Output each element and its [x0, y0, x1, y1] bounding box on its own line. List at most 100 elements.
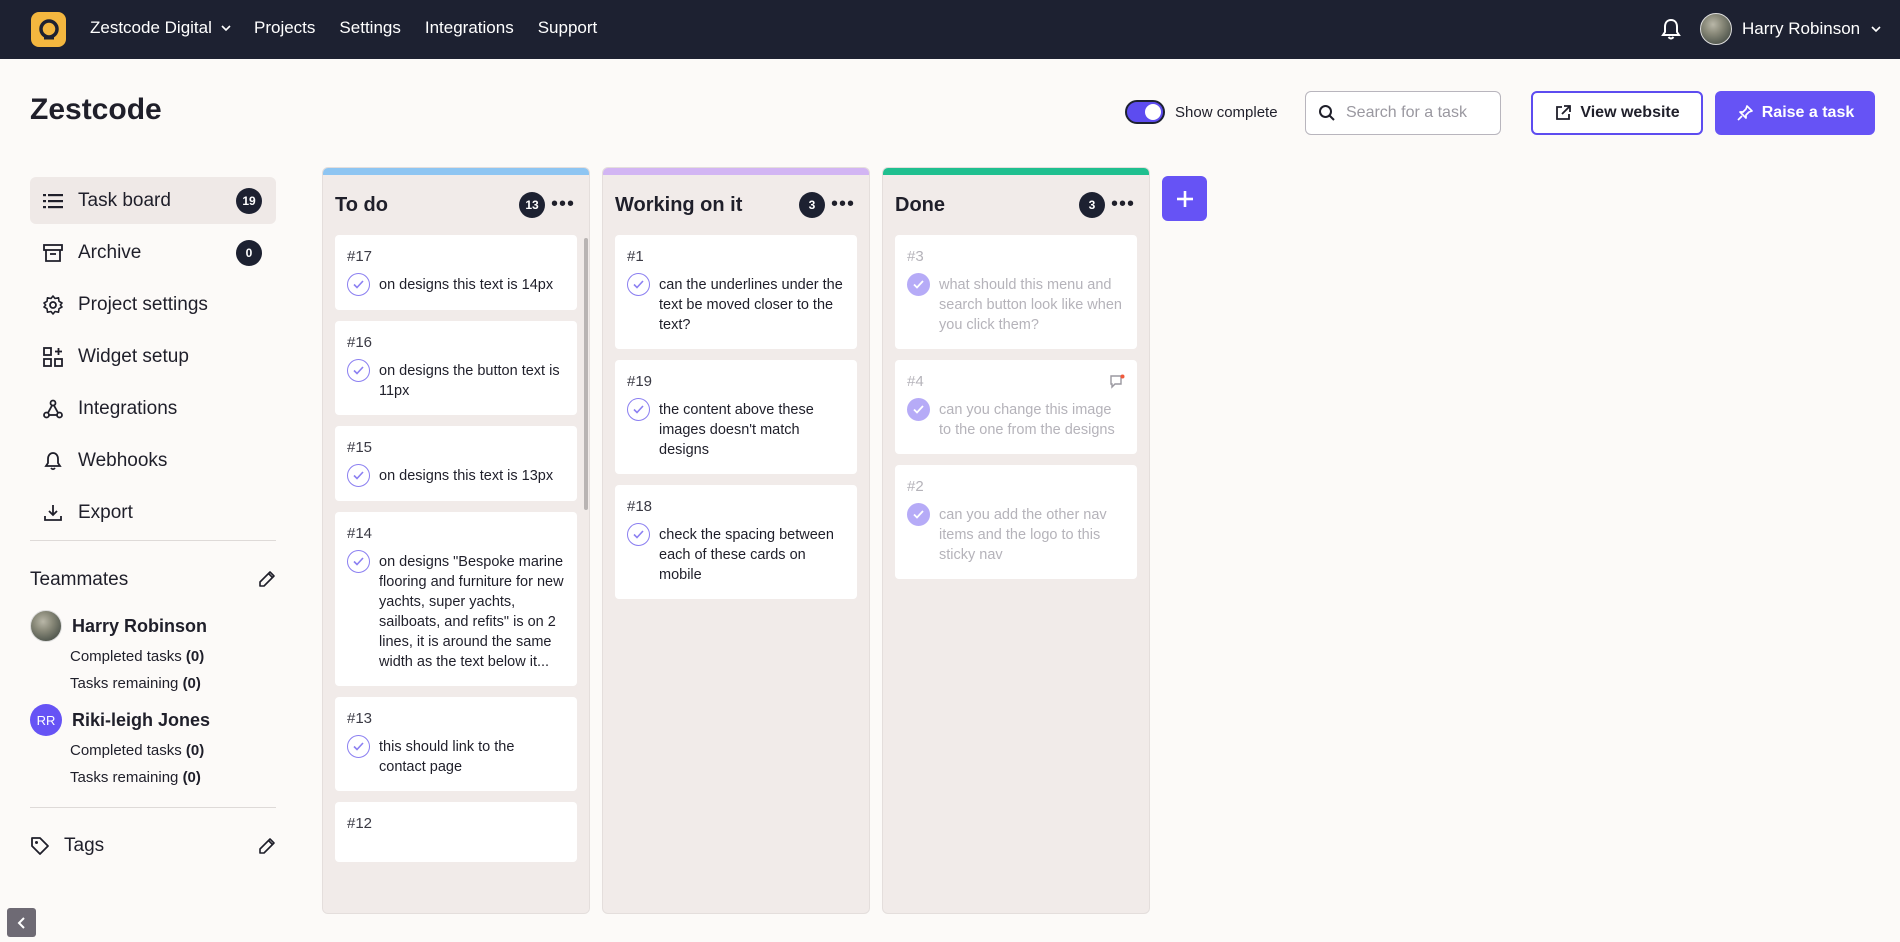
- complete-check-icon[interactable]: [347, 359, 370, 382]
- column-to-do: To do 13 ••• #17 on designs this text is…: [322, 167, 590, 914]
- task-card[interactable]: #14 on designs "Bespoke marine flooring …: [335, 512, 577, 686]
- column-title: To do: [335, 193, 388, 216]
- app-logo[interactable]: [31, 12, 66, 47]
- list-icon: [42, 190, 64, 212]
- search-box[interactable]: [1305, 91, 1501, 135]
- sidebar-item-label: Export: [78, 501, 133, 523]
- teammate-avatar: [30, 610, 62, 642]
- stat-label: Tasks remaining: [70, 769, 179, 786]
- completed-check-icon[interactable]: [907, 398, 930, 421]
- collapse-sidebar-button[interactable]: [7, 908, 36, 937]
- stat-value: (0): [185, 648, 205, 665]
- tags-title: Tags: [64, 835, 105, 856]
- raise-task-button[interactable]: Raise a task: [1715, 91, 1875, 135]
- complete-check-icon[interactable]: [627, 523, 650, 546]
- complete-check-icon[interactable]: [347, 550, 370, 573]
- task-number: #1: [627, 248, 644, 265]
- chevron-left-icon: [17, 916, 25, 929]
- chevron-down-icon: [1871, 26, 1881, 33]
- more-options-icon[interactable]: •••: [551, 193, 575, 216]
- column-header: Done 3 •••: [883, 175, 1149, 235]
- notifications-button[interactable]: [1660, 17, 1682, 46]
- sidebar-item-label: Project settings: [78, 293, 208, 315]
- raise-task-label: Raise a task: [1761, 104, 1855, 121]
- edit-tags-button[interactable]: [258, 837, 276, 860]
- toggle-label: Show complete: [1175, 103, 1278, 121]
- user-menu[interactable]: Harry Robinson: [1700, 13, 1882, 45]
- sidebar-item-widget-setup[interactable]: Widget setup: [30, 333, 276, 380]
- task-card[interactable]: #15 on designs this text is 13px: [335, 426, 577, 501]
- task-card[interactable]: #2 can you add the other nav items and t…: [895, 465, 1137, 579]
- task-card[interactable]: #13 this should link to the contact page: [335, 697, 577, 791]
- task-number: #13: [347, 710, 373, 727]
- show-complete-toggle[interactable]: Show complete: [1125, 100, 1278, 124]
- column-color-bar: [323, 168, 589, 175]
- completed-check-icon[interactable]: [907, 273, 930, 296]
- user-avatar: [1700, 13, 1732, 45]
- sidebar-item-label: Webhooks: [78, 449, 168, 471]
- task-text: can the underlines under the text be mov…: [659, 277, 843, 333]
- complete-check-icon[interactable]: [347, 735, 370, 758]
- task-card[interactable]: #19 the content above these images doesn…: [615, 360, 857, 474]
- sidebar-item-label: Integrations: [78, 397, 178, 419]
- sidebar-item-integrations[interactable]: Integrations: [30, 385, 276, 432]
- org-switcher[interactable]: Zestcode Digital: [90, 18, 232, 38]
- add-column-button[interactable]: [1162, 176, 1207, 221]
- complete-check-icon[interactable]: [627, 398, 650, 421]
- bell-icon: [42, 450, 64, 472]
- sidebar-item-project-settings[interactable]: Project settings: [30, 281, 276, 328]
- logo-icon: [38, 18, 59, 39]
- view-website-button[interactable]: View website: [1531, 91, 1703, 135]
- column-title: Working on it: [615, 193, 743, 216]
- chevron-down-icon: [221, 25, 231, 32]
- sidebar-item-export[interactable]: Export: [30, 489, 276, 536]
- task-card[interactable]: #1 can the underlines under the text be …: [615, 235, 857, 349]
- task-number: #14: [347, 525, 373, 542]
- pencil-icon: [259, 571, 275, 587]
- sidebar-divider: [30, 540, 276, 541]
- edit-teammates-button[interactable]: [258, 570, 276, 593]
- complete-check-icon[interactable]: [627, 273, 650, 296]
- toggle-switch[interactable]: [1125, 100, 1165, 124]
- user-name: Harry Robinson: [1742, 19, 1861, 38]
- sidebar-item-task-board[interactable]: Task board 19: [30, 177, 276, 224]
- download-icon: [42, 502, 64, 524]
- task-card[interactable]: #18 check the spacing between each of th…: [615, 485, 857, 599]
- card-list: #17 on designs this text is 14px #16 on …: [323, 235, 589, 862]
- task-text: on designs the button text is 11px: [379, 363, 560, 399]
- task-number: #17: [347, 248, 373, 265]
- stat-value: (0): [185, 742, 205, 759]
- more-options-icon[interactable]: •••: [831, 193, 855, 216]
- complete-check-icon[interactable]: [347, 273, 370, 296]
- column-color-bar: [883, 168, 1149, 175]
- search-input[interactable]: [1346, 104, 1486, 122]
- task-card[interactable]: #4 can you change this image to the one …: [895, 360, 1137, 454]
- sidebar-item-label: Widget setup: [78, 345, 189, 367]
- top-nav: Zestcode Digital Projects Settings Integ…: [0, 0, 1900, 59]
- more-options-icon[interactable]: •••: [1111, 193, 1135, 216]
- nav-link-projects[interactable]: Projects: [254, 18, 315, 38]
- nav-link-integrations[interactable]: Integrations: [425, 18, 514, 38]
- nav-link-settings[interactable]: Settings: [339, 18, 400, 38]
- task-card[interactable]: #12: [335, 802, 577, 862]
- task-text: can you change this image to the one fro…: [939, 402, 1115, 438]
- integrations-icon: [42, 398, 64, 420]
- tag-icon: [30, 836, 50, 861]
- nav-links: Projects Settings Integrations Support: [254, 18, 597, 38]
- sidebar-item-archive[interactable]: Archive 0: [30, 229, 276, 276]
- task-card[interactable]: #16 on designs the button text is 11px: [335, 321, 577, 415]
- sidebar-item-webhooks[interactable]: Webhooks: [30, 437, 276, 484]
- task-card[interactable]: #17 on designs this text is 14px: [335, 235, 577, 310]
- external-link-icon: [1556, 105, 1572, 120]
- complete-check-icon[interactable]: [347, 464, 370, 487]
- nav-link-support[interactable]: Support: [538, 18, 598, 38]
- teammate-riki-leigh: RR Riki-leigh Jones Completed tasks (0) …: [30, 704, 276, 786]
- stat-value: (0): [182, 769, 201, 786]
- archive-icon: [42, 242, 64, 264]
- column-scrollbar[interactable]: [584, 238, 588, 510]
- task-card[interactable]: #3 what should this menu and search butt…: [895, 235, 1137, 349]
- task-text: this should link to the contact page: [379, 739, 515, 775]
- column-working-on-it: Working on it 3 ••• #1 can the underline…: [602, 167, 870, 914]
- completed-check-icon[interactable]: [907, 503, 930, 526]
- task-number: #16: [347, 334, 373, 351]
